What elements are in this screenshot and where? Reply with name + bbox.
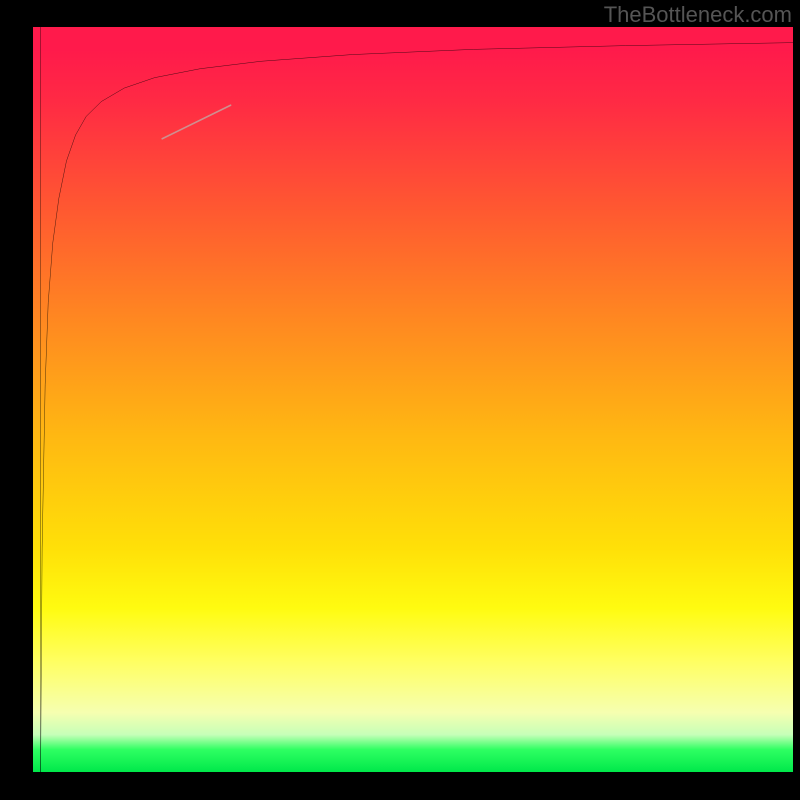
chart-svg <box>33 27 793 772</box>
highlight-segment <box>162 105 230 139</box>
chart-plot-area <box>33 27 793 772</box>
attribution-text: TheBottleneck.com <box>604 2 792 28</box>
bottleneck-curve <box>41 43 793 772</box>
